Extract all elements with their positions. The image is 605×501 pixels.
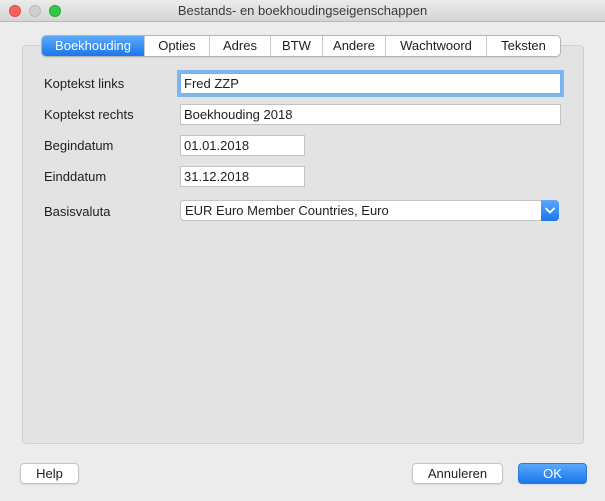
cancel-button[interactable]: Annuleren bbox=[412, 463, 503, 484]
ok-button[interactable]: OK bbox=[518, 463, 587, 484]
tab-teksten[interactable]: Teksten bbox=[487, 36, 560, 56]
koptekst-rechts-field[interactable] bbox=[180, 104, 561, 125]
help-button[interactable]: Help bbox=[20, 463, 79, 484]
koptekst-rechts-label: Koptekst rechts bbox=[44, 107, 134, 122]
begindatum-field[interactable] bbox=[180, 135, 305, 156]
basisvaluta-select[interactable]: EUR Euro Member Countries, Euro bbox=[180, 200, 559, 221]
window-title: Bestands- en boekhoudingseigenschappen bbox=[177, 3, 428, 18]
tab-opties[interactable]: Opties bbox=[145, 36, 210, 56]
title-bar: Bestands- en boekhoudingseigenschappen bbox=[0, 0, 605, 22]
tab-wachtwoord[interactable]: Wachtwoord bbox=[386, 36, 487, 56]
chevron-down-icon[interactable] bbox=[541, 200, 559, 221]
basisvaluta-label: Basisvaluta bbox=[44, 204, 111, 219]
koptekst-links-field[interactable] bbox=[180, 73, 561, 94]
koptekst-links-label: Koptekst links bbox=[44, 76, 125, 91]
tab-adres[interactable]: Adres bbox=[210, 36, 271, 56]
tab-btw[interactable]: BTW bbox=[271, 36, 323, 56]
tab-boekhouding[interactable]: Boekhouding bbox=[42, 36, 145, 56]
tab-andere[interactable]: Andere bbox=[323, 36, 386, 56]
einddatum-label: Einddatum bbox=[44, 169, 107, 184]
tab-bar: Boekhouding Opties Adres BTW Andere Wach… bbox=[41, 35, 561, 57]
begindatum-label: Begindatum bbox=[44, 138, 114, 153]
einddatum-field[interactable] bbox=[180, 166, 305, 187]
basisvaluta-value: EUR Euro Member Countries, Euro bbox=[185, 203, 389, 218]
